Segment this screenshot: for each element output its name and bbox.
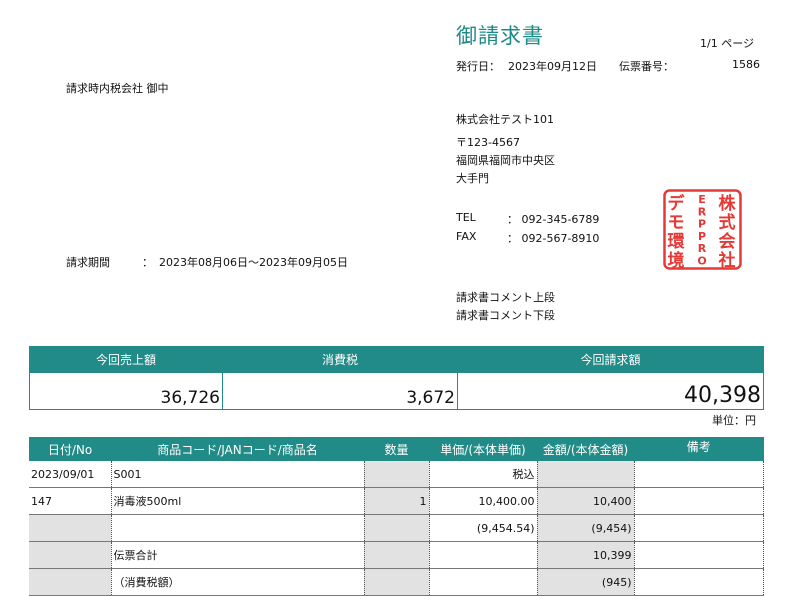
table-row: （消費税額） (945)	[29, 568, 764, 596]
stamp-char: モ	[668, 213, 685, 233]
cell-amount: (945)	[537, 568, 635, 596]
cell-product: S001	[111, 461, 365, 488]
cell-note	[634, 568, 764, 596]
tel-label: TEL	[456, 211, 476, 224]
cell-unit-price: 10,400.00	[429, 487, 538, 515]
cell-note	[634, 461, 764, 488]
page-number: 1/1 ページ	[700, 37, 754, 50]
cell-qty: 1	[364, 487, 430, 515]
cell-amount	[537, 461, 635, 488]
col-header-amount: 金額/(本体金額)	[537, 437, 634, 461]
unit-label: 単位：円	[712, 414, 756, 427]
stamp-char: P	[698, 218, 706, 231]
cell-note	[634, 487, 764, 515]
stamp-char: 環	[668, 232, 686, 252]
cell-qty	[364, 461, 430, 488]
stamp-char: P	[698, 230, 706, 243]
issue-date-label: 発行日：	[456, 60, 500, 73]
table-row: 147 消毒液500ml 1 10,400.00 10,400	[29, 487, 764, 515]
stamp-char: 境	[668, 250, 685, 270]
col-header-qty: 数量	[364, 437, 429, 461]
customer-name: 請求時内税会社 御中	[66, 82, 169, 95]
issuer-postal: 〒123-4567	[456, 136, 520, 149]
cell-qty	[364, 568, 430, 596]
col-header-unit-price: 単価/(本体単価)	[429, 437, 537, 461]
cell-qty	[364, 514, 430, 542]
period-label: 請求期間	[66, 256, 110, 269]
stamp-char: 会	[719, 231, 736, 252]
fax-value: ： 092-567-8910	[507, 232, 600, 245]
detail-table: 日付/No 商品コード/JANコード/商品名 数量 単価/(本体単価) 金額/(…	[29, 437, 764, 596]
cell-product: 伝票合計	[111, 541, 365, 569]
summary-tax: 3,672	[222, 372, 458, 410]
stamp-char: 社	[718, 250, 736, 270]
stamp-char: 式	[719, 212, 736, 233]
cell-amount: 10,399	[537, 541, 635, 569]
cell-date	[29, 514, 112, 542]
cell-unit-price: (9,454.54)	[429, 514, 538, 542]
cell-product: 消毒液500ml	[111, 487, 365, 515]
col-header-date: 日付/No	[29, 437, 111, 461]
stamp-char: デ	[668, 193, 686, 214]
period-value: 2023年08月06日～2023年09月05日	[159, 256, 348, 269]
slip-number-label: 伝票番号：	[619, 60, 674, 73]
cell-date	[29, 568, 112, 596]
cell-date	[29, 541, 112, 569]
stamp-char: R	[698, 205, 707, 218]
stamp-char: 株	[719, 193, 737, 214]
summary-header-sales: 今回売上額	[29, 346, 223, 373]
issue-date: 2023年09月12日	[508, 60, 597, 73]
summary-sales: 36,726	[29, 372, 223, 410]
col-header-note: 備考	[634, 437, 764, 461]
cell-unit-price	[429, 568, 538, 596]
issuer-company: 株式会社テスト101	[456, 113, 554, 126]
issuer-address-2: 大手門	[456, 172, 489, 185]
cell-note	[634, 514, 764, 542]
table-row: (9,454.54) (9,454)	[29, 514, 764, 542]
cell-amount: (9,454)	[537, 514, 635, 542]
stamp-char: R	[698, 242, 707, 255]
table-row: 伝票合計 10,399	[29, 541, 764, 569]
document-title: 御請求書	[456, 24, 544, 48]
issuer-address-1: 福岡県福岡市中央区	[456, 154, 555, 167]
col-header-product: 商品コード/JANコード/商品名	[111, 437, 364, 461]
stamp-char: E	[698, 193, 706, 206]
cell-unit-price: 税込	[429, 461, 538, 488]
summary-table: 今回売上額 消費税 今回請求額 36,726 3,672 40,398	[29, 346, 764, 410]
summary-header-tax: 消費税	[222, 346, 458, 373]
cell-product	[111, 514, 365, 542]
cell-unit-price	[429, 541, 538, 569]
company-seal-stamp: デモ環境ERPPRO株式会社	[663, 189, 742, 270]
stamp-char: O	[697, 255, 706, 268]
slip-number: 1586	[732, 58, 760, 71]
comment-upper: 請求書コメント上段	[456, 291, 555, 304]
cell-product: （消費税額）	[111, 568, 365, 596]
cell-date: 147	[29, 487, 112, 515]
summary-total: 40,398	[457, 372, 764, 410]
tel-value: ： 092-345-6789	[507, 213, 600, 226]
period-sep: ：	[142, 256, 153, 269]
table-row: 2023/09/01 S001 税込	[29, 461, 764, 488]
cell-note	[634, 541, 764, 569]
cell-qty	[364, 541, 430, 569]
cell-date: 2023/09/01	[29, 461, 112, 488]
summary-header-total: 今回請求額	[457, 346, 764, 373]
cell-amount: 10,400	[537, 487, 635, 515]
comment-lower: 請求書コメント下段	[456, 309, 555, 322]
fax-label: FAX	[456, 230, 477, 243]
